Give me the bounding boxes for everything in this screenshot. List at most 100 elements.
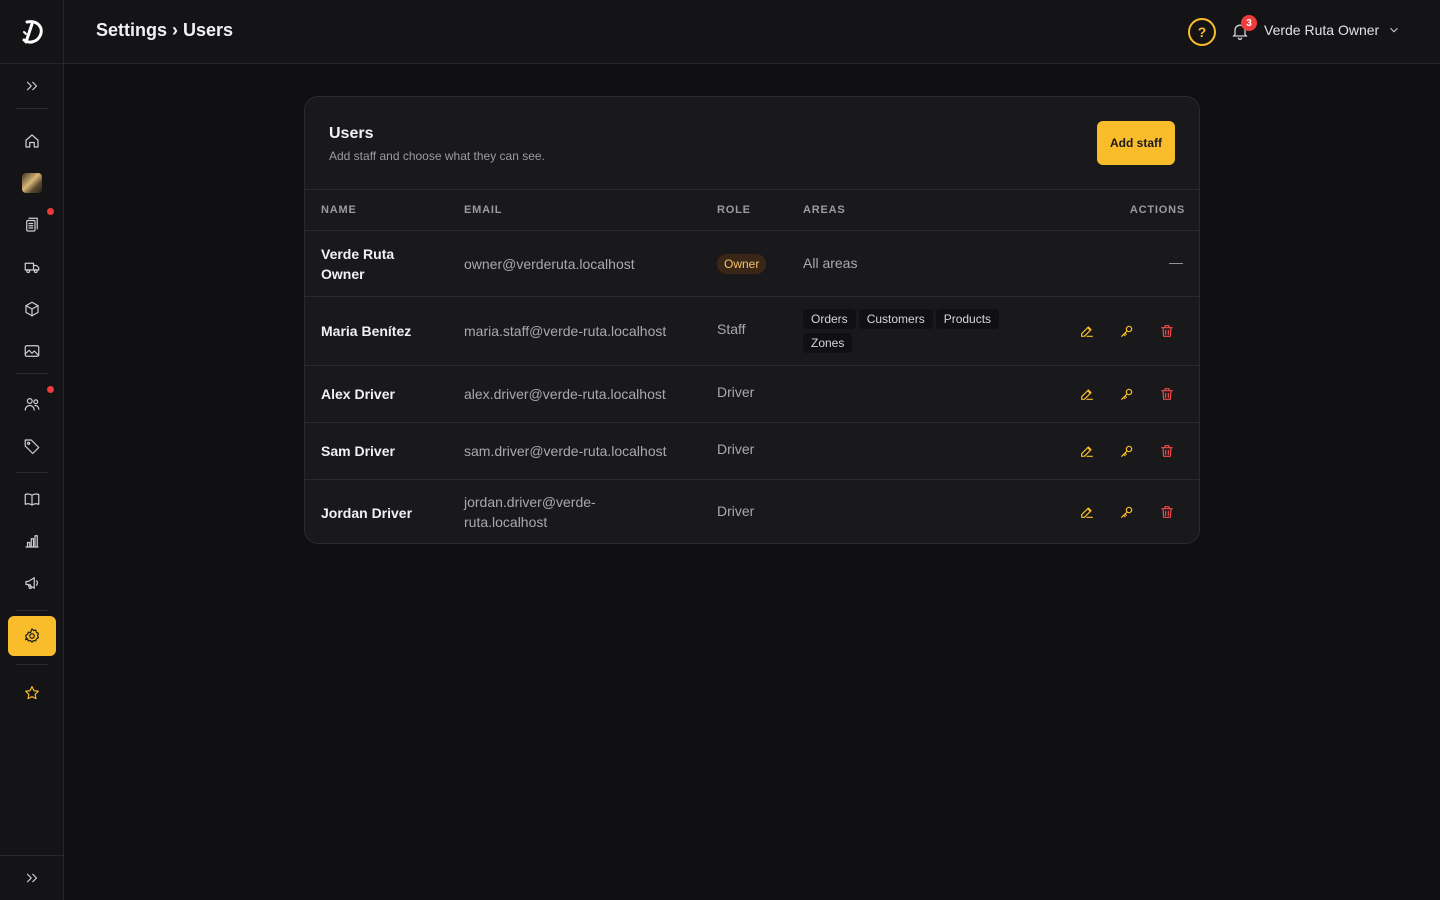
sidebar-expand-button[interactable] [8, 66, 56, 106]
edit-user-button[interactable] [1077, 441, 1097, 461]
store-thumbnail [22, 173, 42, 193]
table-row: Verde Ruta Owner owner@verderuta.localho… [305, 231, 1199, 297]
users-icon [24, 398, 40, 411]
app-logo[interactable] [0, 0, 64, 64]
chevrons-right-icon [26, 873, 38, 883]
area-chip: Orders [803, 309, 856, 329]
orders-alert-dot [47, 208, 54, 215]
sidebar-divider [16, 610, 48, 611]
reset-password-button[interactable] [1117, 321, 1137, 341]
delete-user-button[interactable] [1157, 441, 1177, 461]
sidebar-divider [16, 373, 48, 374]
key-icon [1121, 325, 1133, 337]
user-name-cell: Verde Ruta Owner [321, 246, 395, 282]
logo-icon [22, 19, 43, 44]
home-icon [25, 134, 39, 148]
table-row: Sam Driver sam.driver@verde-ruta.localho… [305, 423, 1199, 480]
star-icon [25, 686, 39, 700]
sidebar-divider [16, 108, 48, 109]
column-header-email: EMAIL [464, 204, 503, 216]
image-icon [24, 345, 40, 357]
trash-icon [1161, 445, 1173, 457]
sidebar-divider [16, 664, 48, 665]
gear-icon [25, 628, 39, 643]
reset-password-button[interactable] [1117, 384, 1137, 404]
column-header-role: ROLE [717, 204, 751, 216]
sidebar-collapse-toggle[interactable] [8, 858, 56, 898]
table-row: Jordan Driver jordan.driver@verde-ruta.l… [305, 480, 1199, 543]
user-role-cell: Owner [717, 254, 767, 274]
notification-count-badge: 3 [1241, 15, 1257, 31]
column-header-areas: AREAS [803, 204, 846, 216]
table-row: Maria Benítez maria.staff@verde-ruta.loc… [305, 297, 1199, 366]
reset-password-button[interactable] [1117, 502, 1137, 522]
user-name-cell: Jordan Driver [321, 505, 413, 521]
card-subtitle: Add staff and choose what they can see. [329, 149, 545, 163]
sidebar-item-favorites[interactable] [8, 673, 56, 713]
area-chip: Zones [803, 333, 853, 353]
edit-icon [1081, 326, 1093, 337]
user-email-cell: owner@verderuta.localhost [464, 256, 635, 272]
area-chip: Customers [858, 309, 933, 329]
user-name-cell: Alex Driver [321, 386, 395, 402]
edit-user-button[interactable] [1077, 321, 1097, 341]
sidebar-item-catalog[interactable] [8, 479, 56, 519]
breadcrumb: Settings › Users [96, 20, 234, 40]
reset-password-button[interactable] [1117, 441, 1137, 461]
user-areas-cell: All areas [803, 255, 858, 271]
users-card: Users Add staff and choose what they can… [304, 96, 1200, 544]
customers-alert-dot [47, 386, 54, 393]
trash-icon [1161, 506, 1173, 518]
sidebar-divider [16, 472, 48, 473]
tag-icon [24, 439, 40, 455]
sidebar-item-store[interactable] [8, 163, 56, 203]
delete-user-button[interactable] [1157, 502, 1177, 522]
sidebar-item-products[interactable] [8, 289, 56, 329]
delete-user-button[interactable] [1157, 384, 1177, 404]
trash-icon [1161, 388, 1173, 400]
no-actions-dash: — [1169, 254, 1183, 270]
sidebar-item-media[interactable] [8, 331, 56, 371]
sidebar-item-deliveries[interactable] [8, 247, 56, 287]
user-email-cell: jordan.driver@verde-ruta.localhost [464, 494, 596, 530]
delete-user-button[interactable] [1157, 321, 1177, 341]
user-email-cell: maria.staff@verde-ruta.localhost [464, 323, 667, 339]
key-icon [1121, 506, 1133, 518]
edit-icon [1081, 389, 1093, 400]
sidebar [0, 0, 64, 900]
user-name-cell: Sam Driver [321, 443, 395, 459]
book-icon [24, 493, 40, 506]
user-menu[interactable]: Verde Ruta Owner [1264, 22, 1401, 38]
clipboard-icon [26, 217, 38, 232]
user-role-cell: Driver [717, 503, 755, 519]
card-title: Users [329, 125, 374, 142]
chevron-down-icon [1390, 27, 1399, 33]
edit-user-button[interactable] [1077, 384, 1097, 404]
top-bar: Settings › Users ? 3 Verde Ruta Owner [64, 0, 1440, 64]
user-areas-cell: Orders Customers Products Zones [803, 309, 1033, 357]
area-chip: Products [935, 309, 1000, 329]
sidebar-item-settings[interactable] [8, 616, 56, 656]
help-button[interactable]: ? [1188, 18, 1216, 46]
sidebar-item-home[interactable] [8, 121, 56, 161]
megaphone-icon [25, 577, 38, 589]
user-name: Verde Ruta Owner [1264, 22, 1380, 38]
sidebar-item-discounts[interactable] [8, 426, 56, 466]
user-email-cell: alex.driver@verde-ruta.localhost [464, 386, 666, 402]
edit-icon [1081, 507, 1093, 518]
edit-icon [1081, 446, 1093, 457]
key-icon [1121, 388, 1133, 400]
sidebar-item-marketing[interactable] [8, 563, 56, 603]
truck-icon [24, 262, 40, 274]
column-header-name: NAME [321, 204, 357, 216]
owner-badge: Owner [717, 254, 767, 274]
chevrons-right-icon [26, 81, 38, 91]
user-name-cell: Maria Benítez [321, 323, 412, 339]
sidebar-divider [0, 855, 64, 856]
user-role-cell: Driver [717, 384, 755, 400]
table-row: Alex Driver alex.driver@verde-ruta.local… [305, 366, 1199, 423]
edit-user-button[interactable] [1077, 502, 1097, 522]
add-staff-button[interactable]: Add staff [1097, 121, 1175, 165]
trash-icon [1161, 325, 1173, 337]
sidebar-item-analytics[interactable] [8, 521, 56, 561]
